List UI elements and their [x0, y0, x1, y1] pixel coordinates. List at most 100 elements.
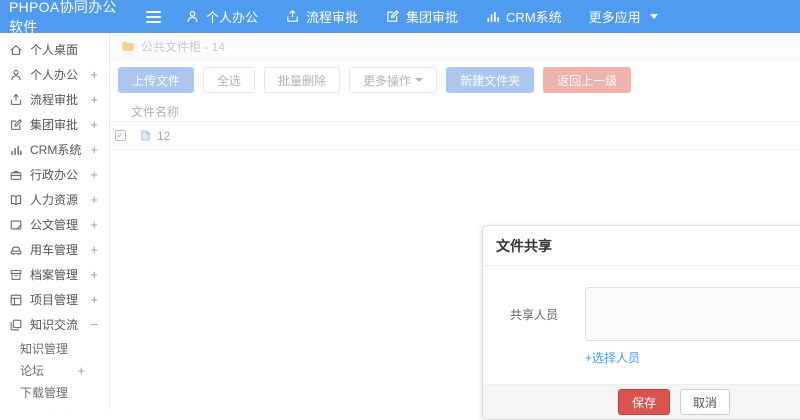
car-icon [9, 243, 23, 257]
topnav-label: 更多应用 [588, 10, 641, 25]
more-operations-button[interactable]: 更多操作 [349, 67, 438, 93]
sidebar-item-project-mgmt[interactable]: 项目管理 + [0, 287, 109, 312]
caret-down-icon [415, 78, 424, 82]
sidebar-subitem-label: 知识管理 [20, 341, 69, 356]
modal-footer: 保存 取消 [483, 384, 800, 419]
bar-chart-icon [9, 143, 23, 157]
folder-icon [121, 39, 135, 53]
sidebar-item-label: 个人办公 [30, 68, 79, 82]
expand-plus-icon: + [90, 242, 98, 257]
toolbar: 上传文件 全选 批量删除 更多操作 新建文件夹 返回上一级 [111, 60, 800, 101]
sidebar-subitem-label: 论坛 [20, 363, 45, 378]
archive-icon [9, 268, 23, 282]
sidebar-item-label: 公文管理 [30, 218, 79, 232]
project-board-icon [9, 293, 23, 307]
app-logo: PHPOA协同办公软件 [9, 0, 117, 35]
sidebar-item-label: 集团审批 [30, 118, 79, 132]
sidebar-item-admin-office[interactable]: 行政办公 + [0, 162, 109, 187]
expand-plus-icon: + [90, 292, 98, 307]
topnav-label: 流程审批 [306, 10, 359, 25]
sidebar-subitem-download-mgmt[interactable]: 下载管理 [0, 381, 109, 403]
share-members-textarea[interactable] [585, 287, 800, 341]
collapse-minus-icon: − [90, 317, 98, 332]
user-icon [9, 68, 23, 82]
sidebar-item-label: 项目管理 [30, 293, 79, 307]
expand-plus-icon: + [90, 167, 98, 182]
file-table-header: 文件名称 [111, 101, 800, 122]
sidebar-item-label: CRM系统 [30, 143, 82, 157]
process-icon [9, 93, 23, 107]
sidebar-item-hr[interactable]: 人力资源 + [0, 187, 109, 212]
new-folder-button[interactable]: 新建文件夹 [446, 67, 535, 93]
save-button[interactable]: 保存 [618, 389, 671, 415]
sidebar-item-vehicle-mgmt[interactable]: 用车管理 + [0, 237, 109, 262]
breadcrumb-text: 公共文件柜 - 14 [141, 39, 226, 54]
breadcrumb: 公共文件柜 - 14 [111, 33, 800, 60]
home-icon [9, 43, 23, 57]
expand-plus-icon: + [77, 362, 85, 378]
process-icon [285, 9, 300, 24]
modal-body: 共享人员 +选择人员 [483, 266, 800, 376]
topnav-more-apps[interactable]: 更多应用 [589, 7, 658, 26]
expand-plus-icon: + [90, 192, 98, 207]
sidebar-subitem-public-file-cabinet[interactable]: 公共文件柜 [0, 403, 109, 410]
sidebar-item-personal-office[interactable]: 个人办公 + [0, 62, 109, 87]
bar-chart-icon [485, 9, 500, 24]
more-operations-label: 更多操作 [363, 73, 412, 88]
topnav-group-approval[interactable]: 集团审批 [385, 7, 458, 26]
edit-square-icon [9, 118, 23, 132]
document-icon [9, 218, 23, 232]
topnav-process-approval[interactable]: 流程审批 [285, 7, 358, 26]
topnav-crm[interactable]: CRM系统 [485, 7, 562, 26]
select-all-button[interactable]: 全选 [203, 67, 256, 93]
sidebar-item-group-approval[interactable]: 集团审批 + [0, 112, 109, 137]
share-members-label: 共享人员 [510, 307, 559, 322]
sidebar-item-label: 用车管理 [30, 243, 79, 257]
sidebar-item-label: 流程审批 [30, 93, 79, 107]
topnav-label: 个人办公 [206, 10, 259, 25]
hamburger-menu-icon[interactable] [146, 10, 161, 23]
edit-square-icon [385, 9, 400, 24]
caret-down-icon [649, 14, 658, 19]
sidebar-item-process-approval[interactable]: 流程审批 + [0, 87, 109, 112]
modal-title: 文件共享 [483, 226, 800, 266]
briefcase-icon [9, 168, 23, 182]
batch-delete-button[interactable]: 批量删除 [264, 67, 341, 93]
expand-plus-icon: + [90, 67, 98, 82]
topnav-label: CRM系统 [506, 10, 562, 25]
sidebar-item-label: 人力资源 [30, 193, 79, 207]
pages-icon [9, 318, 23, 332]
sidebar-item-archive-mgmt[interactable]: 档案管理 + [0, 262, 109, 287]
expand-plus-icon: + [90, 92, 98, 107]
back-button[interactable]: 返回上一级 [543, 67, 632, 93]
row-checkbox[interactable] [115, 130, 126, 141]
sidebar-subitem-label: 公共文件柜 [20, 406, 80, 410]
select-members-link[interactable]: +选择人员 [585, 349, 640, 366]
sidebar-item-crm[interactable]: CRM系统 + [0, 137, 109, 162]
sidebar-item-knowledge-exchange[interactable]: 知识交流 − [0, 312, 109, 337]
topnav-personal-office[interactable]: 个人办公 [185, 7, 258, 26]
sidebar-item-document-mgmt[interactable]: 公文管理 + [0, 212, 109, 237]
file-icon [139, 129, 152, 142]
cancel-button[interactable]: 取消 [680, 389, 731, 415]
expand-plus-icon: + [90, 267, 98, 282]
file-share-modal: 文件共享 共享人员 +选择人员 保存 取消 [482, 225, 800, 420]
sidebar-item-personal-desktop[interactable]: 个人桌面 [0, 37, 109, 62]
user-icon [185, 9, 200, 24]
expand-plus-icon: + [90, 117, 98, 132]
sidebar-subitem-forum[interactable]: 论坛 + [0, 359, 109, 381]
expand-plus-icon: + [90, 217, 98, 232]
sidebar: 个人桌面 个人办公 + 流程审批 + 集团审批 + CRM系统 + 行政办公 +… [0, 33, 110, 409]
sidebar-item-label: 行政办公 [30, 168, 79, 182]
file-name: 12 [157, 128, 171, 143]
file-table-row[interactable]: 12 [111, 122, 800, 150]
expand-plus-icon: + [90, 142, 98, 157]
topbar: PHPOA协同办公软件 个人办公 流程审批 集团审批 CRM系统 更多应用 [0, 0, 800, 35]
sidebar-item-label: 档案管理 [30, 268, 79, 282]
upload-file-button[interactable]: 上传文件 [118, 67, 195, 93]
sidebar-subitem-knowledge-mgmt[interactable]: 知识管理 [0, 337, 109, 359]
sidebar-subitem-label: 下载管理 [20, 385, 69, 400]
sidebar-item-label: 个人桌面 [30, 43, 79, 57]
topnav-label: 集团审批 [406, 10, 459, 25]
book-icon [9, 193, 23, 207]
